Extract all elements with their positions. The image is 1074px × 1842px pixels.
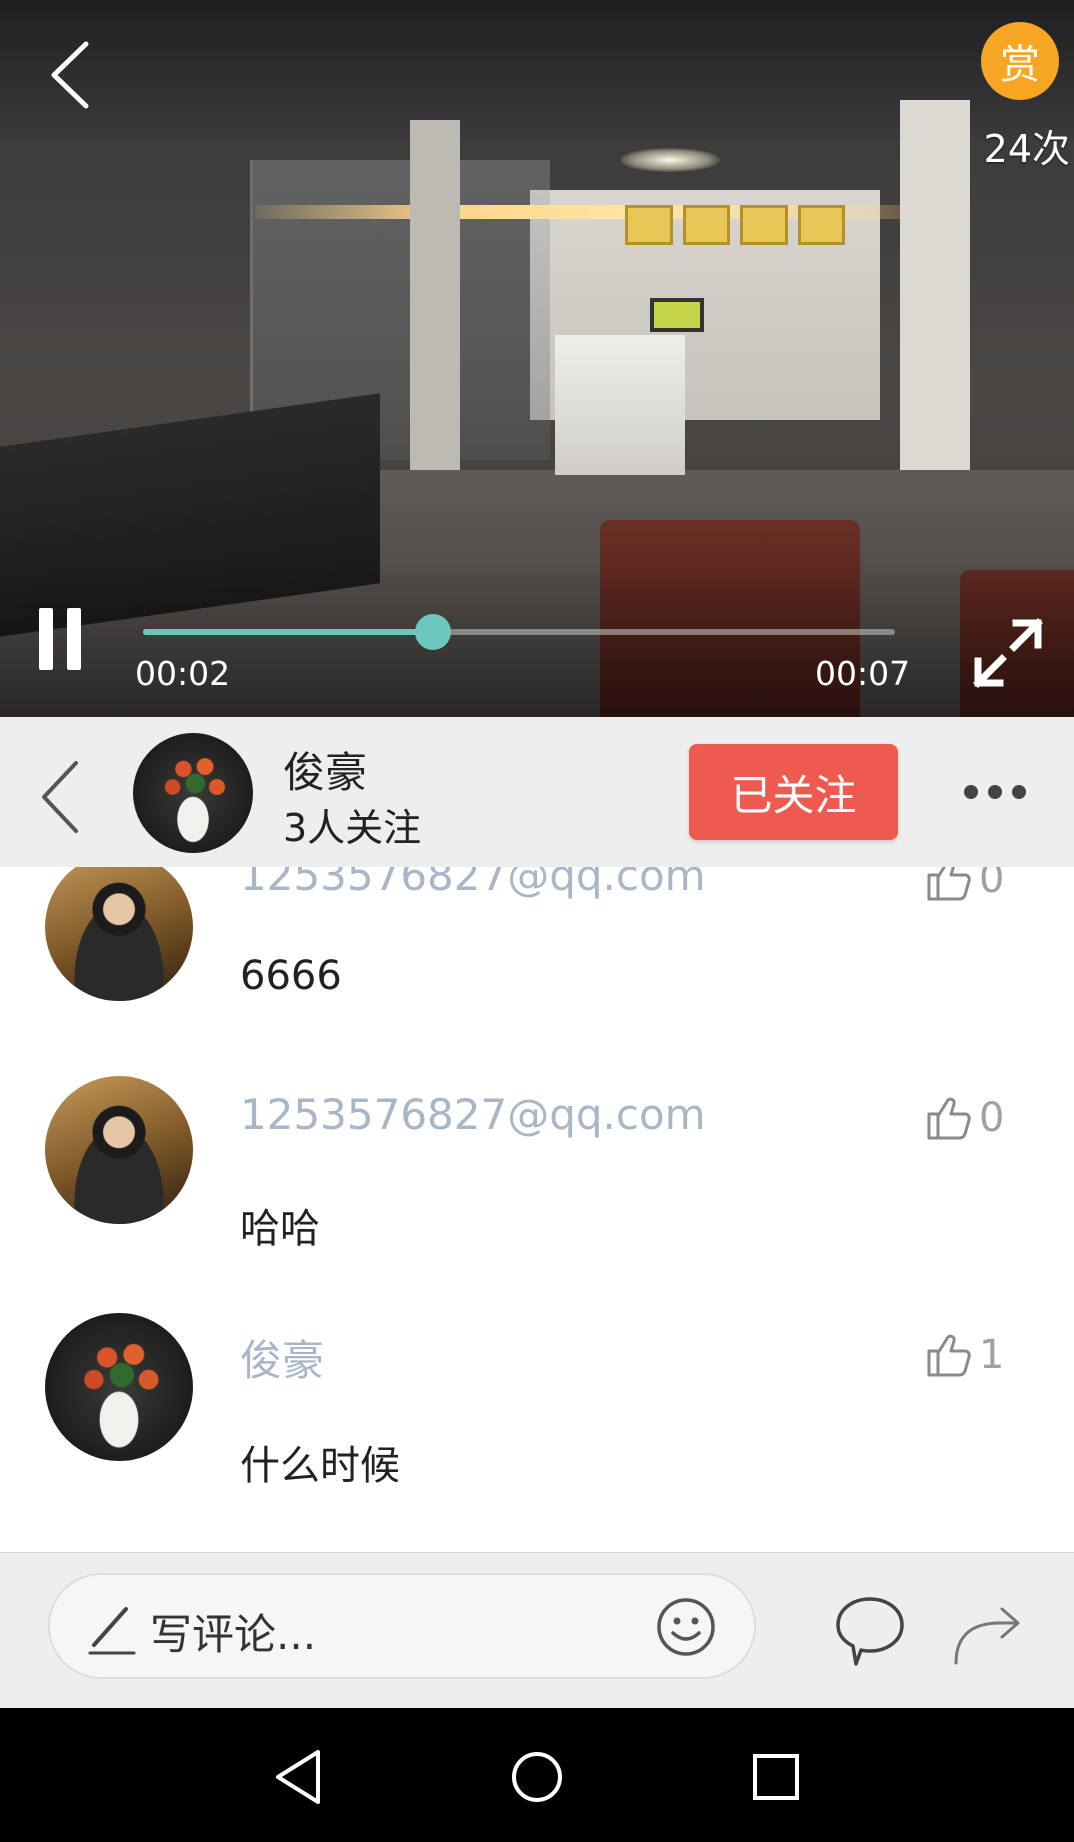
recents-square-icon[interactable]: [741, 1742, 811, 1812]
total-time: 00:07: [815, 654, 911, 693]
chevron-left-icon: [42, 761, 78, 833]
comment-text: 什么时候: [240, 1443, 400, 1489]
progress-knob[interactable]: [414, 614, 451, 650]
pause-button[interactable]: [30, 608, 90, 672]
like-count: 1: [979, 1332, 1005, 1378]
video-scene-frames: [625, 205, 845, 245]
video-scene-reception-desk: [555, 335, 685, 475]
comment-text: 哈哈: [240, 1206, 320, 1252]
comment-list[interactable]: 1253576827@qq.com 0 6666 1253576827@qq.c…: [0, 867, 1074, 1552]
expand-icon: [973, 618, 1043, 688]
follow-button[interactable]: 已关注: [689, 744, 898, 840]
flower-vase-avatar-image: [45, 1313, 193, 1461]
write-comment-placeholder: 写评论...: [150, 1610, 317, 1659]
commenter-avatar[interactable]: [45, 867, 193, 1001]
progress-fill: [143, 629, 433, 635]
system-navigation-bar: [0, 1708, 1074, 1842]
comment-item: 1253576827@qq.com 0 6666: [0, 867, 1074, 1090]
reward-count: 24次: [983, 127, 1070, 171]
video-player[interactable]: 赏 24次 00:02 00:07: [0, 0, 1074, 717]
chevron-left-icon: [51, 41, 89, 109]
comment-item: 1253576827@qq.com 0 哈哈: [0, 1076, 1074, 1313]
video-scene-monitor: [650, 298, 704, 332]
comment-icon[interactable]: [832, 1593, 908, 1669]
write-comment-field[interactable]: 写评论...: [48, 1573, 756, 1679]
comment-input-bar: 写评论...: [0, 1552, 1074, 1708]
comment-text: 6666: [240, 953, 342, 999]
pencil-icon: [88, 1607, 136, 1655]
fullscreen-button[interactable]: [970, 615, 1046, 691]
comment-item: 俊豪 1 什么时候: [0, 1313, 1074, 1550]
video-scene-pillar: [410, 120, 460, 480]
like-button[interactable]: 0: [925, 867, 1004, 909]
video-scene-ceiling-light: [620, 148, 720, 172]
like-count: 0: [979, 867, 1005, 902]
like-button[interactable]: 1: [925, 1325, 1004, 1385]
reward-button[interactable]: 赏: [981, 22, 1059, 100]
pause-icon: [39, 608, 53, 670]
commenter-name[interactable]: 俊豪: [240, 1327, 324, 1388]
commenter-name[interactable]: 1253576827@qq.com: [240, 1090, 706, 1139]
commenter-avatar[interactable]: [45, 1313, 193, 1461]
progress-track[interactable]: [143, 614, 895, 650]
man-portrait-avatar-image: [45, 1076, 193, 1224]
author-bar: 俊豪 3人关注 已关注: [0, 717, 1074, 867]
video-controls-shade: [0, 560, 1074, 717]
flower-vase-avatar-image: [133, 733, 253, 853]
back-button[interactable]: [30, 757, 90, 837]
author-avatar[interactable]: [133, 733, 253, 853]
share-icon[interactable]: [950, 1593, 1026, 1669]
emoji-icon[interactable]: [654, 1595, 718, 1659]
author-name[interactable]: 俊豪: [283, 739, 367, 800]
man-portrait-avatar-image: [45, 867, 193, 1001]
commenter-avatar[interactable]: [45, 1076, 193, 1224]
back-triangle-icon[interactable]: [266, 1742, 336, 1812]
current-time: 00:02: [135, 654, 231, 693]
commenter-name[interactable]: 1253576827@qq.com: [240, 867, 706, 900]
home-circle-icon[interactable]: [502, 1742, 572, 1812]
like-count: 0: [979, 1095, 1005, 1141]
thumbs-up-icon: [927, 1097, 971, 1140]
more-button[interactable]: [955, 777, 1035, 807]
thumbs-up-icon: [927, 1334, 971, 1377]
thumbs-up-icon: [927, 867, 971, 901]
more-dots-icon: [964, 785, 978, 799]
like-button[interactable]: 0: [925, 1088, 1004, 1148]
author-follower-count: 3人关注: [283, 806, 422, 850]
video-back-button[interactable]: [40, 40, 100, 110]
